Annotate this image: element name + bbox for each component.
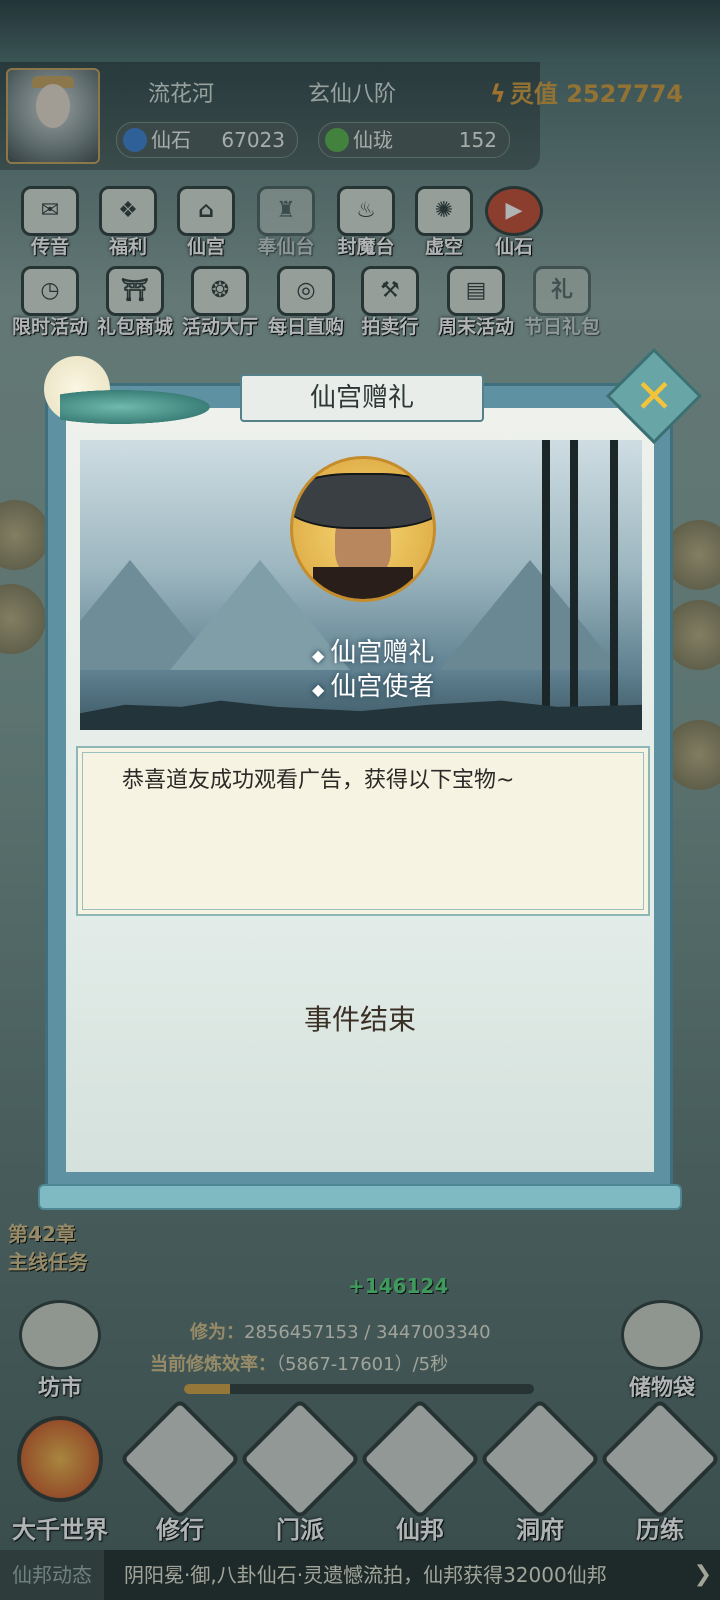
modal-title: 仙宫赠礼 (240, 374, 484, 422)
event-banner: ◆ 仙宫赠礼 ◆ 仙宫使者 (80, 440, 642, 730)
banner-text: 仙宫使者 (330, 672, 435, 702)
event-end-button[interactable]: 事件结束 (0, 998, 720, 1038)
bamboo-stalk (610, 440, 618, 730)
bamboo-hat-icon (293, 473, 433, 529)
diamond-icon: ◆ (312, 680, 325, 699)
envoy-robe (313, 567, 413, 599)
bamboo-stalk (542, 440, 550, 730)
close-icon: ✕ (634, 369, 674, 423)
reward-message: 恭喜道友成功观看广告，获得以下宝物~ (122, 768, 515, 793)
pine-decoration (60, 390, 210, 424)
mountain-shape (440, 560, 620, 670)
reward-message-box: 恭喜道友成功观看广告，获得以下宝物~ (76, 746, 650, 916)
diamond-icon: ◆ (312, 646, 325, 665)
bamboo-stalk (570, 440, 578, 730)
banner-text: 仙宫赠礼 (330, 638, 435, 668)
banner-line-2: ◆ 仙宫使者 (312, 666, 434, 703)
envoy-portrait (290, 456, 436, 602)
banner-line-1: ◆ 仙宫赠礼 (312, 632, 434, 669)
modal-bottom-rail (40, 1186, 680, 1208)
